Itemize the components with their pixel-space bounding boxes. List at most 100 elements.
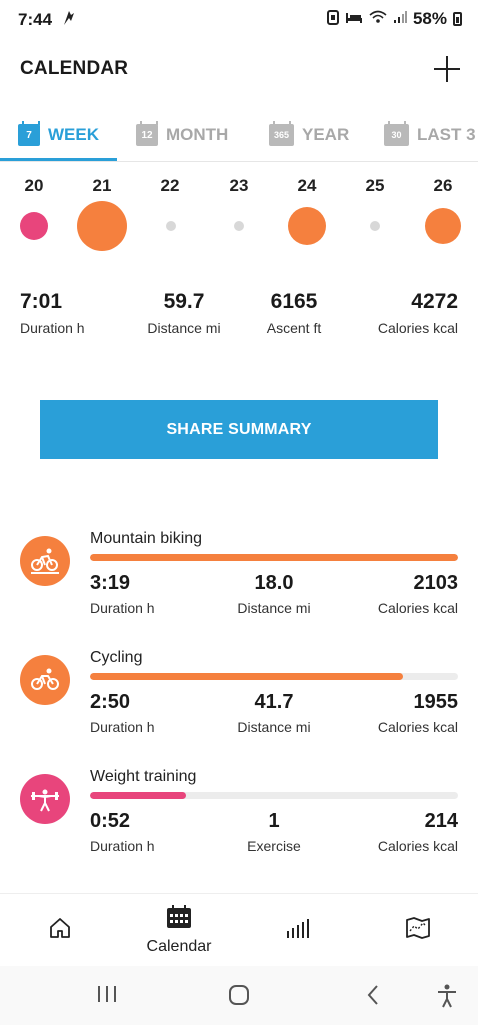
activity-progress-track [90, 792, 458, 799]
day-label: 21 [92, 176, 112, 195]
activity-row-cycling[interactable]: Cycling 2:50 Duration h 41.7 Distance mi… [0, 649, 478, 767]
day-empty-dot [234, 221, 244, 231]
activity-calories: 214 Calories kcal [378, 810, 458, 854]
day-activity-dot[interactable] [425, 208, 461, 244]
activity-duration: 3:19 Duration h [90, 572, 155, 616]
activity-progress-fill [90, 554, 458, 561]
add-button[interactable] [432, 54, 462, 84]
nav-map[interactable] [388, 894, 448, 966]
distance-value: 41.7 [254, 691, 294, 713]
calendar-last-icon: 30 [384, 121, 409, 146]
summary-distance: 59.7 Distance mi [134, 290, 234, 336]
nav-statistics[interactable] [268, 894, 328, 966]
active-tab-indicator [0, 158, 117, 161]
day-activity-dot[interactable] [288, 207, 326, 245]
activity-progress-fill [90, 792, 186, 799]
activity-progress-track [90, 673, 458, 680]
home-button-icon[interactable] [228, 984, 250, 1011]
day-label: 20 [24, 176, 44, 195]
exercise-value: 1 [268, 810, 280, 832]
duration-label: Duration h [90, 838, 155, 854]
distance-label: Distance mi [237, 600, 311, 616]
page-title: CALENDAR [20, 58, 129, 79]
calendar-icon [166, 904, 192, 934]
day-label: 24 [297, 176, 317, 195]
tab-last-30[interactable]: 30 LAST 3 [384, 108, 476, 161]
bar-chart-icon [286, 917, 310, 944]
activity-row-weight-training[interactable]: Weight training 0:52 Duration h 1 Exerci… [0, 768, 478, 886]
system-navigation [0, 966, 478, 1025]
duration-label: Duration h [20, 320, 85, 336]
ascent-value: 6165 [270, 290, 318, 313]
battery-icon [453, 12, 462, 26]
summary-calories: 4272 Calories kcal [378, 290, 458, 336]
share-summary-button[interactable]: SHARE SUMMARY [40, 400, 438, 459]
map-icon [405, 916, 431, 945]
day-label: 26 [433, 176, 453, 195]
tab-week[interactable]: 7 WEEK [18, 108, 99, 161]
tab-year[interactable]: 365 YEAR [269, 108, 350, 161]
tab-label: LAST 3 [417, 125, 476, 144]
activity-duration: 2:50 Duration h [90, 691, 155, 735]
back-icon[interactable] [366, 984, 380, 1011]
activity-name: Mountain biking [90, 530, 203, 547]
distance-value: 59.7 [163, 290, 205, 313]
recent-apps-icon[interactable] [96, 984, 118, 1009]
activity-duration: 0:52 Duration h [90, 810, 155, 854]
bicycle-icon [20, 655, 70, 705]
distance-label: Distance mi [147, 320, 221, 336]
day-label: 25 [365, 176, 385, 195]
activity-row-mountain-biking[interactable]: Mountain biking 3:19 Duration h 18.0 Dis… [0, 530, 478, 648]
day-activity-dot[interactable] [77, 201, 127, 251]
activity-name: Weight training [90, 768, 197, 785]
nav-home[interactable] [30, 894, 90, 966]
tab-month[interactable]: 12 MONTH [136, 108, 229, 161]
ascent-label: Ascent ft [266, 320, 322, 336]
duration-value: 2:50 [90, 691, 131, 713]
tab-label: MONTH [166, 125, 229, 144]
exercise-label: Exercise [247, 838, 301, 854]
activity-name: Cycling [90, 649, 143, 666]
duration-value: 3:19 [90, 572, 131, 594]
duration-value: 7:01 [20, 290, 63, 313]
activity-calories: 2103 Calories kcal [378, 572, 458, 616]
week-summary: 7:01 Duration h 59.7 Distance mi 6165 As… [0, 290, 478, 350]
accessibility-icon[interactable] [436, 984, 458, 1013]
day-label: 23 [229, 176, 249, 195]
day-activity-dot[interactable] [20, 212, 48, 240]
calories-value: 2103 [413, 572, 459, 594]
weightlifting-icon [20, 774, 70, 824]
calendar-month-icon: 12 [136, 121, 158, 146]
calendar-year-icon: 365 [269, 121, 294, 146]
tab-label: YEAR [302, 125, 350, 144]
nav-calendar[interactable]: Calendar [129, 894, 229, 966]
summary-ascent: 6165 Ascent ft [244, 290, 344, 336]
day-label: 22 [160, 176, 180, 195]
calories-value: 214 [424, 810, 458, 832]
activity-calories: 1955 Calories kcal [378, 691, 458, 735]
activity-distance: 41.7 Distance mi [224, 691, 324, 735]
app-header: CALENDAR [0, 40, 478, 100]
day-empty-dot [370, 221, 380, 231]
calories-label: Calories kcal [377, 320, 458, 336]
calendar-week-icon: 7 [18, 121, 40, 146]
week-days: 20 21 22 23 24 25 26 [0, 176, 478, 256]
distance-value: 18.0 [254, 572, 294, 594]
notification-icon [61, 9, 77, 32]
tab-label: WEEK [48, 125, 99, 144]
status-bar: 7:44 58% [0, 0, 478, 40]
wifi-icon [369, 10, 387, 28]
activity-progress-track [90, 554, 458, 561]
period-tabs: 7 WEEK 12 MONTH 365 YEAR 30 LAST 3 [0, 108, 478, 162]
calories-label: Calories kcal [377, 719, 458, 735]
mountain-bike-icon [20, 536, 70, 586]
nav-calendar-label: Calendar [146, 937, 212, 955]
calories-label: Calories kcal [377, 838, 458, 854]
battery-percent: 58% [412, 9, 447, 28]
alarm-icon [326, 9, 339, 29]
duration-label: Duration h [90, 600, 155, 616]
sleep-icon [345, 10, 363, 28]
duration-label: Duration h [90, 719, 155, 735]
day-empty-dot [166, 221, 176, 231]
calories-value: 4272 [411, 290, 458, 313]
